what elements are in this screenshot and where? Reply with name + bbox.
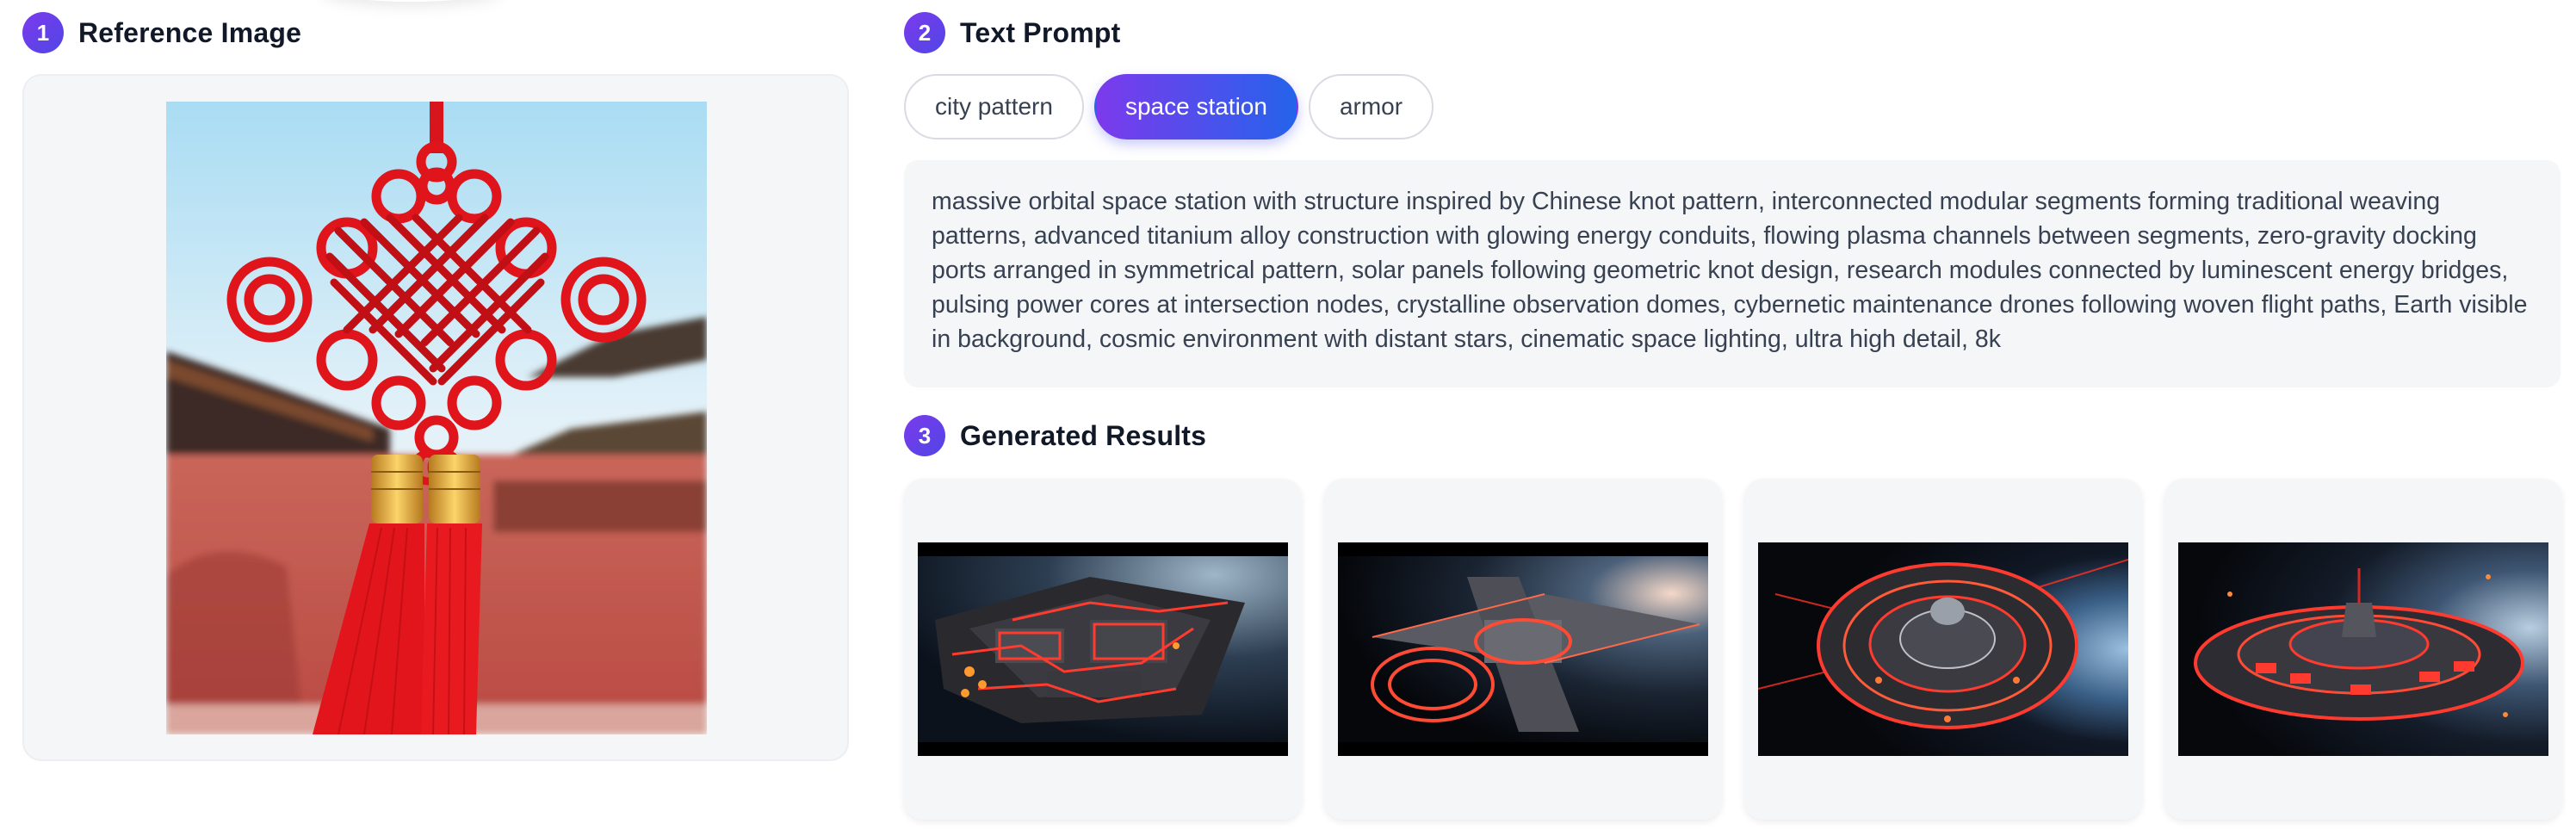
result-image-2[interactable] [1338, 542, 1708, 756]
results-title: Generated Results [960, 419, 1207, 451]
result-card-2[interactable] [1324, 479, 1722, 820]
step-number-3: 3 [904, 415, 945, 456]
prompt-chip-group: city pattern space station armor [904, 74, 1434, 139]
chip-armor[interactable]: armor [1308, 74, 1434, 139]
chip-city-pattern[interactable]: city pattern [904, 74, 1084, 139]
step-number-2: 2 [904, 12, 945, 53]
prompt-title: Text Prompt [960, 16, 1121, 48]
result-card-1[interactable] [904, 479, 1302, 820]
result-card-4[interactable] [2164, 479, 2562, 820]
prompt-text: massive orbital space station with struc… [904, 160, 2561, 387]
result-card-3[interactable] [1744, 479, 2142, 820]
results-header: 3 Generated Results [904, 413, 1206, 458]
chip-space-station[interactable]: space station [1093, 74, 1298, 139]
result-image-1[interactable] [918, 542, 1288, 756]
step-number-1: 1 [22, 12, 64, 53]
reference-header: 1 Reference Image [22, 10, 301, 55]
reference-title: Reference Image [78, 16, 302, 48]
result-image-3[interactable] [1758, 542, 2128, 756]
prompt-header: 2 Text Prompt [904, 10, 1121, 55]
results-grid [904, 479, 2562, 820]
result-image-4[interactable] [2178, 542, 2548, 756]
reference-image[interactable] [166, 102, 707, 734]
floating-shadow [320, 0, 501, 2]
